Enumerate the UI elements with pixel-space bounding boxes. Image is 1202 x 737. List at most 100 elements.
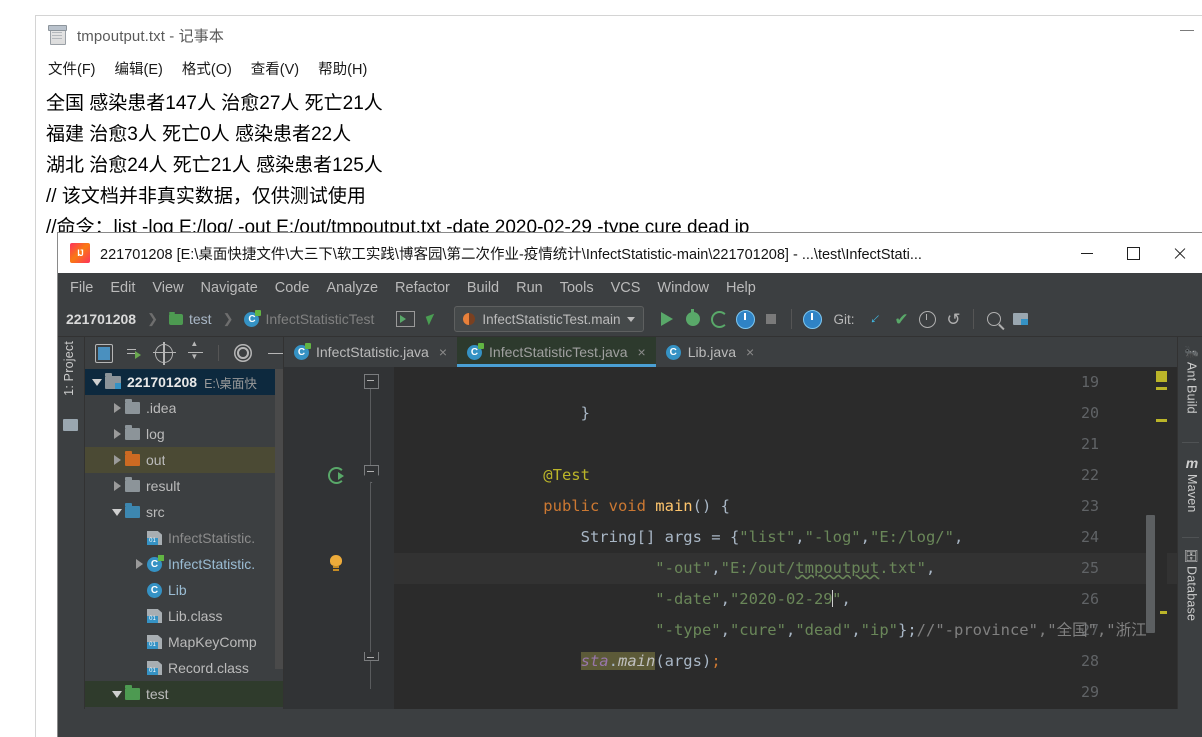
run-configurations-icon[interactable] [392, 306, 418, 332]
history-button[interactable] [914, 306, 940, 332]
tree-node-module[interactable]: 221701208 E:\桌面快 [85, 369, 283, 395]
notepad-menu-view[interactable]: 查看(V) [251, 58, 299, 79]
commit-button[interactable]: ✔ [888, 306, 914, 332]
idea-close-button[interactable] [1156, 233, 1202, 273]
update-project-button[interactable]: ↓ [862, 306, 888, 332]
idea-minimize-button[interactable] [1064, 233, 1110, 273]
notepad-menu-edit[interactable]: 编辑(E) [115, 58, 163, 79]
scroll-from-source-icon[interactable] [127, 345, 142, 362]
breadcrumb-item-project[interactable]: 221701208 [66, 311, 136, 327]
debug-button[interactable] [680, 306, 706, 332]
chevron-down-icon[interactable] [109, 690, 125, 698]
run-test-gutter-icon[interactable] [328, 467, 346, 485]
menu-help[interactable]: Help [726, 280, 756, 296]
menu-vcs[interactable]: VCS [611, 280, 641, 296]
run-button[interactable] [654, 306, 680, 332]
list-item[interactable]: InfectStatistic. [85, 525, 283, 551]
close-icon[interactable]: × [439, 344, 447, 360]
run-with-coverage-button[interactable] [706, 306, 732, 332]
warning-marker[interactable] [1160, 611, 1167, 614]
close-icon[interactable]: × [638, 344, 646, 360]
sidebar-item-label: Database [1184, 566, 1199, 622]
chevron-down-icon[interactable] [89, 378, 105, 386]
chevron-right-icon[interactable] [109, 455, 125, 465]
breadcrumb-item-class[interactable]: InfectStatisticTest [265, 311, 374, 327]
close-icon[interactable]: × [746, 344, 754, 360]
project-panel-toolbar: ▼ [85, 337, 283, 369]
idea-maximize-button[interactable] [1110, 233, 1156, 273]
chevron-right-icon[interactable] [109, 403, 125, 413]
menu-code[interactable]: Code [275, 280, 310, 296]
editor-marker-gutter[interactable] [1155, 367, 1167, 709]
notepad-menu-file[interactable]: 文件(F) [48, 58, 96, 79]
inspection-status-marker[interactable] [1156, 371, 1167, 382]
expand-window-icon[interactable] [95, 343, 114, 363]
locate-icon[interactable] [152, 341, 177, 365]
class-test-icon [244, 309, 262, 327]
sidebar-item-ant-build[interactable]: 🐜 Ant Build [1184, 345, 1199, 414]
chevron-down-icon[interactable] [109, 508, 125, 516]
tree-node-label: test [146, 686, 169, 702]
stop-button[interactable] [758, 306, 784, 332]
class-file-icon [147, 635, 162, 649]
sidebar-item-maven[interactable]: m Maven [1185, 455, 1199, 513]
menu-run[interactable]: Run [516, 280, 543, 296]
warning-marker[interactable] [1156, 387, 1167, 390]
tree-node-log[interactable]: log [85, 421, 283, 447]
settings-gear-icon[interactable] [236, 347, 249, 359]
breadcrumb-item-test[interactable]: test [189, 311, 212, 327]
attach-profiler-button[interactable] [799, 306, 825, 332]
menu-analyze[interactable]: Analyze [326, 280, 378, 296]
breadcrumb-separator: ❯ [222, 311, 234, 326]
menu-view[interactable]: View [152, 280, 183, 296]
notepad-text-area[interactable]: 全国 感染患者147人 治愈27人 死亡21人 福建 治愈3人 死亡0人 感染患… [36, 82, 1202, 243]
menu-window[interactable]: Window [657, 280, 709, 296]
rollback-button[interactable]: ↺ [940, 306, 966, 332]
profiler-button[interactable] [732, 306, 758, 332]
editor-scrollbar-thumb[interactable] [1146, 515, 1155, 633]
editor-scrollbar[interactable] [1146, 367, 1155, 709]
list-item[interactable]: MapKeyComp [85, 629, 283, 655]
notepad-menu-format[interactable]: 格式(O) [182, 58, 232, 79]
chevron-right-icon[interactable] [109, 429, 125, 439]
fold-region-icon[interactable] [364, 652, 379, 661]
tree-node-test[interactable]: test [85, 681, 283, 707]
chevron-right-icon[interactable] [131, 559, 147, 569]
sidebar-item-database[interactable]: 🗄 Database [1184, 549, 1199, 621]
menu-tools[interactable]: Tools [560, 280, 594, 296]
warning-marker[interactable] [1156, 419, 1167, 422]
list-item[interactable]: Lib [85, 577, 283, 603]
list-item[interactable]: Lib.class [85, 603, 283, 629]
run-configuration-selector[interactable]: InfectStatisticTest.main [454, 306, 645, 332]
tree-node-out[interactable]: out [85, 447, 283, 473]
fold-region-icon[interactable] [364, 374, 379, 389]
code-editor[interactable]: 19 20 21 22 23 24 25 26 27 28 29 30 [284, 367, 1177, 709]
tree-node-idea[interactable]: .idea [85, 395, 283, 421]
collapse-all-icon[interactable]: ▼ [187, 339, 204, 362]
code-folding-line [370, 379, 371, 689]
tab-infectstatistictest-java[interactable]: InfectStatisticTest.java × [457, 337, 656, 367]
build-hammer-icon[interactable] [418, 306, 444, 332]
hide-panel-icon[interactable] [267, 345, 283, 362]
list-item[interactable]: InfectStatistic. [85, 551, 283, 577]
tab-infectstatistic-java[interactable]: InfectStatistic.java × [284, 337, 457, 367]
notepad-menu-help[interactable]: 帮助(H) [318, 58, 367, 79]
menu-refactor[interactable]: Refactor [395, 280, 450, 296]
project-panel-scrollbar[interactable] [275, 369, 283, 669]
menu-edit[interactable]: Edit [110, 280, 135, 296]
notepad-minimize-button[interactable] [1180, 30, 1194, 31]
intention-bulb-icon[interactable] [330, 555, 343, 571]
chevron-right-icon[interactable] [109, 481, 125, 491]
tree-node-result[interactable]: result [85, 473, 283, 499]
list-item[interactable]: InfectStatisticT [85, 707, 283, 709]
search-everywhere-button[interactable] [981, 306, 1007, 332]
ant-icon: 🐜 [1184, 345, 1199, 359]
list-item[interactable]: Record.class [85, 655, 283, 681]
menu-file[interactable]: File [70, 280, 93, 296]
menu-navigate[interactable]: Navigate [201, 280, 258, 296]
project-structure-button[interactable] [1007, 306, 1033, 332]
menu-build[interactable]: Build [467, 280, 499, 296]
tree-node-src[interactable]: src [85, 499, 283, 525]
sidebar-item-project[interactable]: 1: Project [62, 341, 76, 396]
tab-lib-java[interactable]: Lib.java × [656, 337, 764, 367]
